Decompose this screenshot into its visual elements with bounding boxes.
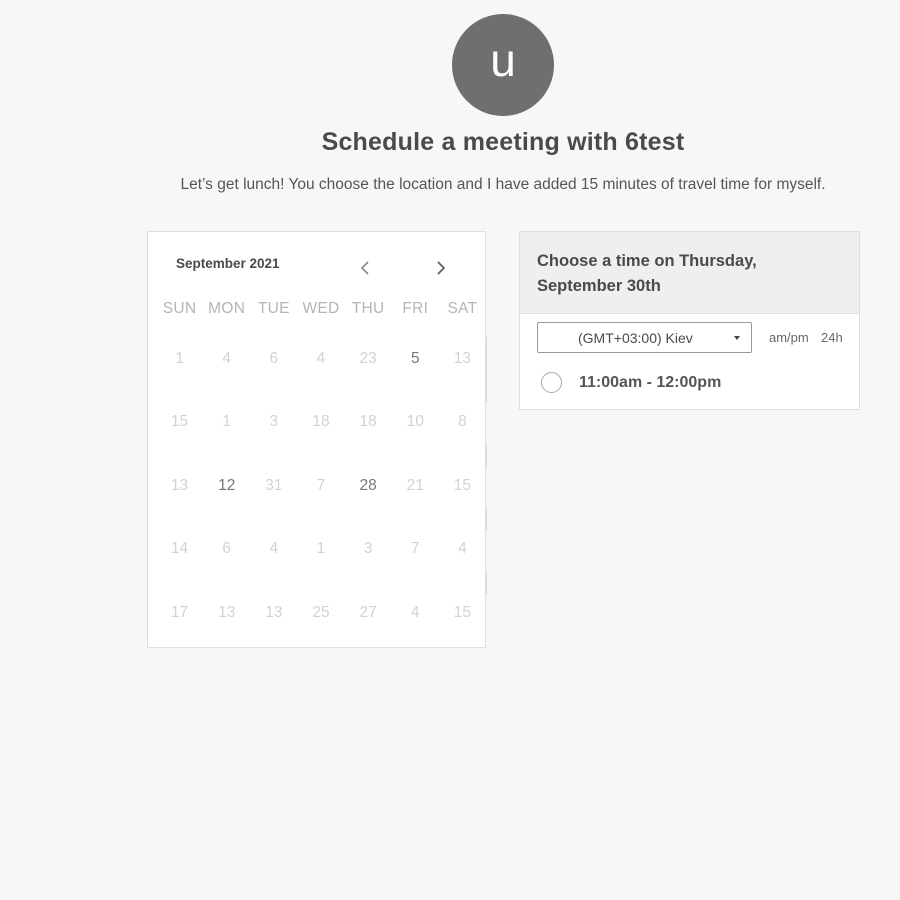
weekday-label: THU: [351, 300, 385, 317]
calendar-panel: September 2021 SUN MON TUE WED THU FRI S…: [147, 231, 487, 648]
calendar-day: 13: [218, 604, 236, 621]
calendar-day: 4: [222, 350, 232, 367]
calendar-day: 15: [170, 413, 189, 430]
calendar-day: 15: [453, 477, 472, 494]
meeting-description: Let’s get lunch! You choose the location…: [180, 176, 826, 193]
calendar-day: 1: [175, 350, 184, 367]
selected-date-heading: Choose a time on Thursday, September 30t…: [537, 252, 757, 295]
divider: [486, 572, 487, 594]
time-panel-header: Choose a time on Thursday, September 30t…: [520, 232, 859, 314]
calendar-day: 18: [312, 413, 330, 430]
calendar-day: 13: [170, 477, 189, 494]
calendar-day: 21: [406, 477, 424, 494]
calendar-day: 6: [222, 540, 232, 557]
calendar-day: 25: [312, 604, 330, 621]
host-avatar: u: [452, 14, 554, 116]
divider: [486, 445, 487, 467]
calendar-week-row: 1 4 6 4 23 5 13: [156, 350, 486, 368]
timezone-select[interactable]: (GMT+03:00) Kiev: [537, 322, 752, 353]
weekday-label: TUE: [257, 300, 290, 317]
calendar-week-row: 14 6 4 1 3 7 4: [156, 540, 486, 558]
calendar-day-available[interactable]: 5: [392, 350, 439, 368]
calendar-day: 31: [265, 477, 283, 494]
calendar-day: 23: [359, 350, 377, 367]
calendar-day: 3: [363, 540, 373, 557]
month-label: September 2021: [176, 256, 280, 271]
calendar-day: 4: [316, 350, 326, 367]
page-title: Schedule a meeting with 6test: [321, 128, 685, 156]
weekday-label: SAT: [447, 300, 478, 317]
calendar-day: 27: [359, 604, 377, 621]
calendar-day: 3: [269, 413, 279, 430]
weekday-label: MON: [208, 300, 246, 317]
calendar-day: 4: [458, 540, 467, 557]
calendar-day: 18: [359, 413, 377, 430]
time-slot-radio[interactable]: [541, 372, 562, 393]
calendar-day: 4: [269, 540, 279, 557]
calendar-day: 7: [316, 477, 326, 494]
caret-down-icon: [734, 336, 740, 340]
next-month-button[interactable]: [431, 256, 451, 280]
calendar-day: 7: [410, 540, 420, 557]
calendar-day: 14: [170, 540, 189, 557]
avatar-initial: u: [490, 34, 516, 86]
weekday-header: SUN MON TUE WED THU FRI SAT: [156, 300, 486, 318]
calendar-day-available[interactable]: 12: [203, 477, 250, 495]
calendar-day: 13: [453, 350, 472, 367]
calendar-week-row: 15 1 3 18 18 10 8: [156, 413, 486, 431]
calendar-day: 15: [453, 604, 472, 621]
calendar-day: 8: [458, 413, 467, 430]
calendar-day: 1: [222, 413, 232, 430]
time-selection-panel: Choose a time on Thursday, September 30t…: [519, 231, 860, 410]
divider: [486, 337, 487, 402]
weekday-label: FRI: [402, 300, 429, 317]
calendar-day: 17: [170, 604, 189, 621]
chevron-right-icon: [437, 261, 446, 275]
calendar-day: 13: [265, 604, 283, 621]
divider: [486, 508, 487, 530]
time-slot-option[interactable]: 11:00am - 12:00pm: [520, 360, 859, 409]
weekday-label: SUN: [162, 300, 197, 317]
calendar-day: 10: [406, 413, 424, 430]
time-format-ampm[interactable]: am/pm: [769, 330, 809, 345]
previous-month-button[interactable]: [355, 256, 375, 280]
calendar-week-row: 17 13 13 25 27 4 15: [156, 604, 486, 622]
time-slot-label: 11:00am - 12:00pm: [579, 374, 722, 391]
calendar-day: 6: [269, 350, 279, 367]
calendar-day-available[interactable]: 28: [345, 477, 392, 495]
time-format-24h[interactable]: 24h: [821, 330, 843, 345]
calendar-day: 4: [410, 604, 420, 621]
weekday-label: WED: [302, 300, 340, 317]
calendar-day: 1: [316, 540, 326, 557]
chevron-left-icon: [360, 261, 369, 275]
timezone-value: (GMT+03:00) Kiev: [578, 330, 693, 346]
calendar-week-row: 13 12 31 7 28 21 15: [156, 477, 486, 495]
